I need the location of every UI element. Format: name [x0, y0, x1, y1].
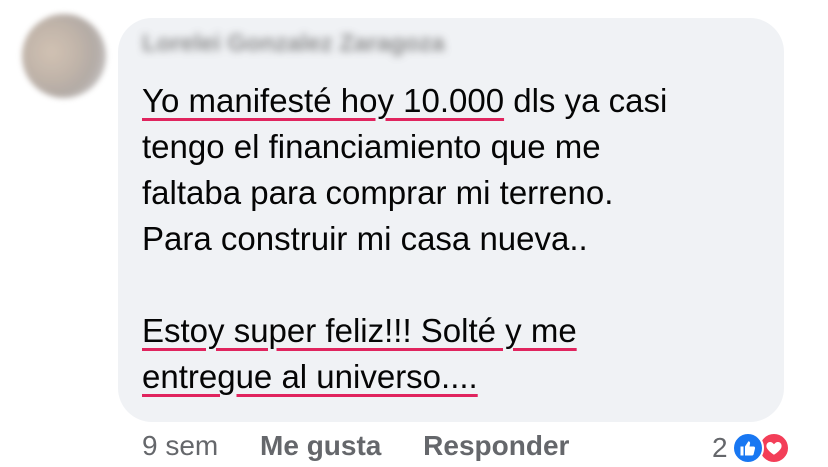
- reactions-summary[interactable]: 2: [712, 430, 790, 466]
- comment-blank-line: [142, 262, 772, 308]
- comment-screenshot: Lorelei Gonzalez Zaragoza Yo manifesté h…: [0, 0, 828, 467]
- comment-body: Yo manifesté hoy 10.000 dls ya casi teng…: [142, 78, 772, 400]
- comment-line: tengo el financiamiento que me: [142, 128, 601, 165]
- comment-line: faltaba para comprar mi terreno.: [142, 174, 614, 211]
- comment-line: Estoy super feliz!!! Solté y me: [142, 308, 772, 354]
- comment-footer: 9 sem Me gusta Responder: [142, 430, 603, 462]
- underlined-text: Estoy super feliz!!! Solté y me: [142, 312, 577, 349]
- reply-button[interactable]: Responder: [423, 430, 569, 462]
- comment-line: Para construir mi casa nueva..: [142, 220, 588, 257]
- like-button[interactable]: Me gusta: [260, 430, 381, 462]
- underlined-text: Yo manifesté hoy 10.000: [142, 82, 505, 119]
- comment-timestamp[interactable]: 9 sem: [142, 430, 218, 462]
- thumbs-up-icon: [731, 432, 764, 464]
- underlined-text: entregue al universo....: [142, 358, 478, 395]
- comment-line: Yo manifesté hoy 10.000 dls ya casi: [142, 78, 772, 124]
- avatar[interactable]: [22, 14, 106, 98]
- comment-author-name[interactable]: Lorelei Gonzalez Zaragoza: [142, 30, 445, 58]
- comment-text: dls ya casi: [504, 82, 668, 119]
- comment-line: entregue al universo....: [142, 354, 772, 400]
- reaction-count: 2: [712, 432, 728, 463]
